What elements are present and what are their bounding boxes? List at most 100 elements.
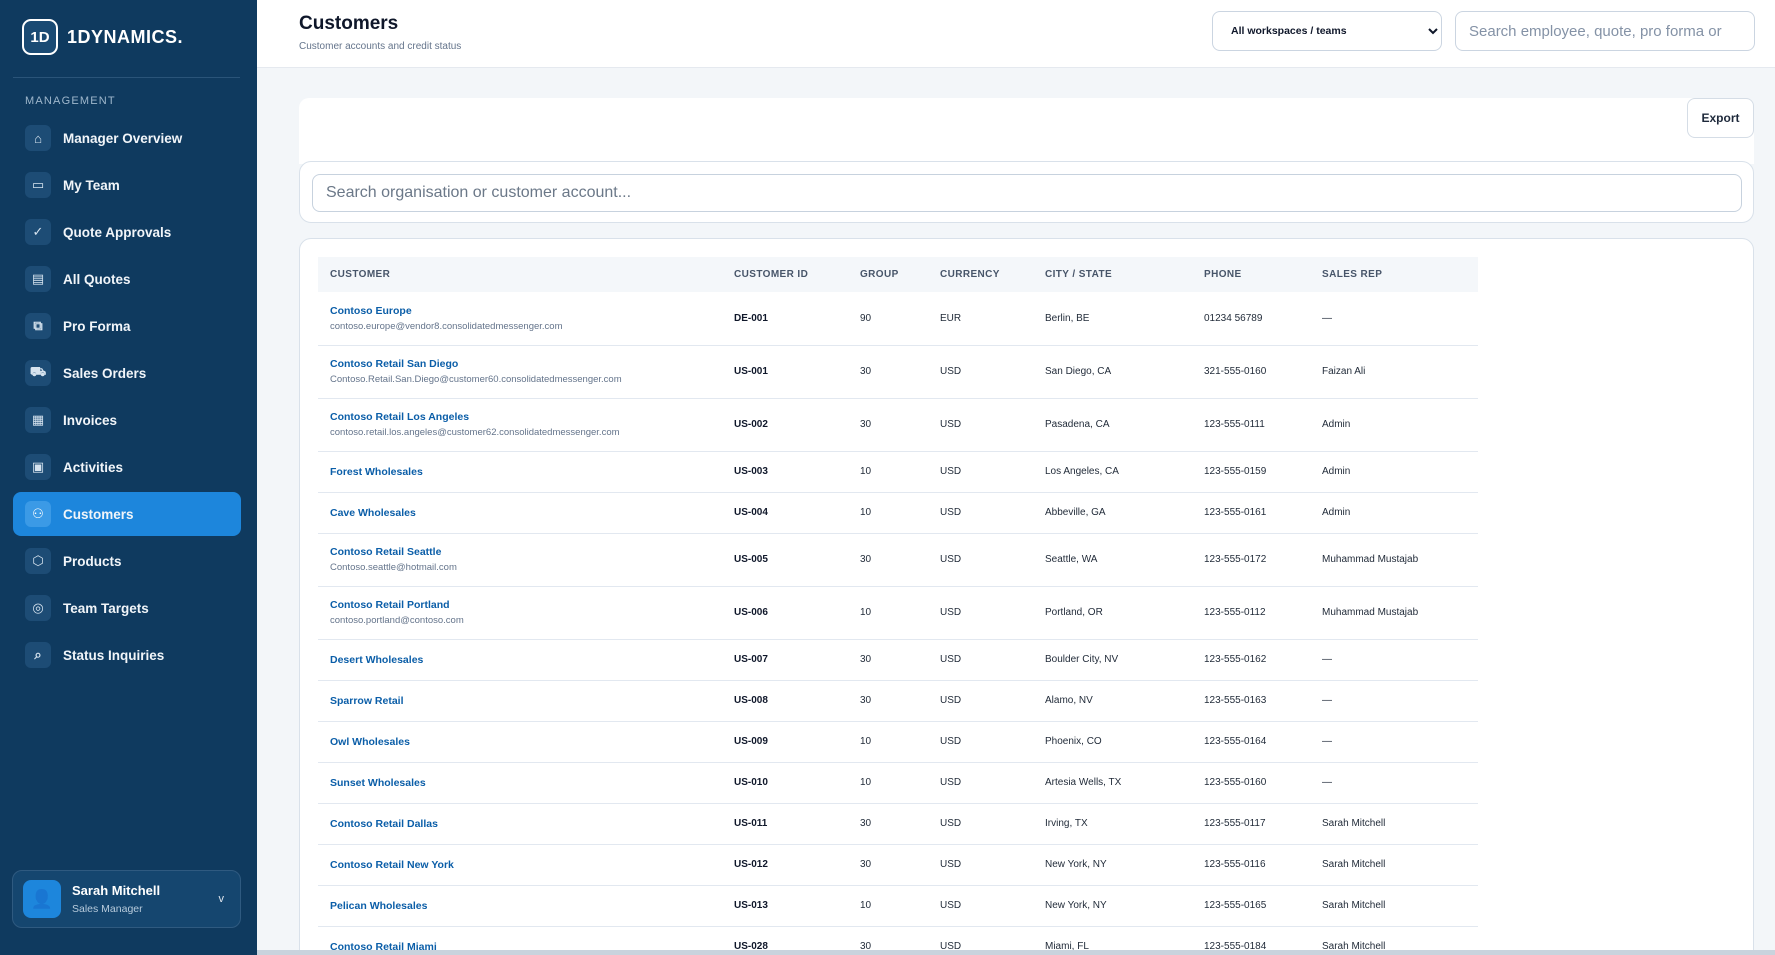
group-cell: 30 [848,533,928,587]
sales-rep-cell: Faizan Ali [1310,345,1478,399]
horizontal-scrollbar[interactable] [257,950,1775,955]
table-row[interactable]: Sunset Wholesales US-010 10 USD Artesia Well… [318,762,1478,804]
sidebar-item-sales-orders[interactable]: ⛟ Sales Orders [13,351,241,395]
city-state-cell: San Diego, CA [1033,345,1192,399]
column-header-phone: PHONE [1204,269,1242,280]
sidebar-item-all-quotes[interactable]: ▤ All Quotes [13,257,241,301]
customer-name-link[interactable]: Contoso Retail Seattle [330,546,722,558]
sidebar-item-quote-approvals[interactable]: ✓ Quote Approvals [13,210,241,254]
currency-cell: USD [928,586,1033,640]
table-row[interactable]: Contoso Retail New York US-012 30 USD New Yo… [318,844,1478,886]
customer-name-link[interactable]: Contoso Retail San Diego [330,358,722,370]
sales-rep-cell: Muhammad Mustajab [1310,533,1478,587]
customer-email: contoso.retail.los.angeles@customer62.co… [330,427,620,438]
cart-icon: ⛟ [25,360,51,386]
phone-cell: 123-555-0165 [1192,885,1310,927]
phone-cell: 321-555-0160 [1192,345,1310,399]
currency-cell: USD [928,639,1033,681]
sidebar-item-team-targets[interactable]: ◎ Team Targets [13,586,241,630]
customer-cell: Sunset Wholesales [318,762,722,804]
table-row[interactable]: Contoso Retail Dallas US-011 30 USD Irving, … [318,803,1478,845]
table-row[interactable]: Pelican Wholesales US-013 10 USD New York, N… [318,885,1478,927]
currency-cell: USD [928,680,1033,722]
sidebar-item-status-inquiries[interactable]: ⌕ Status Inquiries [13,633,241,677]
target-icon: ◎ [25,595,51,621]
customer-name-link[interactable]: Owl Wholesales [330,736,722,748]
sidebar-item-customers[interactable]: ⚇ Customers [13,492,241,536]
user-avatar-icon: 👤 [23,880,61,918]
table-row[interactable]: Cave Wholesales US-004 10 USD Abbeville, GA 1… [318,492,1478,534]
customer-cell: Owl Wholesales [318,721,722,763]
sidebar-item-pro-forma[interactable]: ⧉ Pro Forma [13,304,241,348]
customer-search-panel [299,161,1754,223]
sidebar-item-my-team[interactable]: ▭ My Team [13,163,241,207]
search-icon: ⌕ [25,642,51,668]
user-role: Sales Manager [72,903,143,915]
sidebar-item-manager-overview[interactable]: ⌂ Manager Overview [13,116,241,160]
table-row[interactable]: Contoso Retail San Diego Contoso.Retail.S… [318,345,1478,399]
sales-rep-cell: Sarah Mitchell [1310,803,1478,845]
customer-search-input[interactable] [312,174,1742,212]
table-row[interactable]: Desert Wholesales US-007 30 USD Boulder City… [318,639,1478,681]
page-subtitle: Customer accounts and credit status [299,41,462,52]
customer-id-cell: US-007 [722,639,848,681]
customer-id-cell: US-002 [722,398,848,452]
global-search-input[interactable] [1455,11,1755,51]
check-icon: ✓ [25,219,51,245]
column-header-customer-id: CUSTOMER ID [734,269,809,280]
table-row[interactable]: Contoso Retail Portland contoso.portland@… [318,586,1478,640]
sidebar-item-label: Status Inquiries [63,647,165,663]
customer-name-link[interactable]: Pelican Wholesales [330,900,722,912]
customer-id-cell: US-010 [722,762,848,804]
workspace-select[interactable]: All workspaces / teams [1212,11,1442,51]
page-title: Customers [299,13,399,34]
column-header-group: GROUP [860,269,899,280]
customer-id-cell: US-011 [722,803,848,845]
customer-id-cell: US-013 [722,885,848,927]
user-menu[interactable]: 👤 Sarah Mitchell Sales Manager v [12,870,241,928]
export-button[interactable]: Export [1687,98,1754,138]
city-state-cell: Abbeville, GA [1033,492,1192,534]
group-cell: 10 [848,885,928,927]
group-cell: 10 [848,721,928,763]
table-row[interactable]: Forest Wholesales US-003 10 USD Los Angeles,… [318,451,1478,493]
sidebar-item-products[interactable]: ⬡ Products [13,539,241,583]
currency-cell: USD [928,398,1033,452]
table-row[interactable]: Contoso Retail Los Angeles contoso.retail… [318,398,1478,452]
group-cell: 90 [848,292,928,346]
customer-name-link[interactable]: Contoso Retail Los Angeles [330,411,722,423]
currency-cell: USD [928,533,1033,587]
city-state-cell: Los Angeles, CA [1033,451,1192,493]
customers-table: CUSTOMER CUSTOMER ID GROUP CURRENCY CITY / S… [318,257,1478,955]
customer-name-link[interactable]: Contoso Europe [330,305,722,317]
customer-name-link[interactable]: Forest Wholesales [330,466,722,478]
sidebar-item-activities[interactable]: ▣ Activities [13,445,241,489]
customer-name-link[interactable]: Contoso Retail New York [330,859,722,871]
receipt-icon: ▦ [25,407,51,433]
customer-name-link[interactable]: Contoso Retail Portland [330,599,722,611]
table-row[interactable]: Owl Wholesales US-009 10 USD Phoenix, CO 123-… [318,721,1478,763]
group-cell: 10 [848,451,928,493]
table-row[interactable]: Sparrow Retail US-008 30 USD Alamo, NV 123-55… [318,680,1478,722]
customer-name-link[interactable]: Contoso Retail Dallas [330,818,722,830]
city-state-cell: Alamo, NV [1033,680,1192,722]
brand-logo[interactable]: 1D 1DYNAMICS. [22,19,183,55]
city-state-cell: Artesia Wells, TX [1033,762,1192,804]
customer-cell: Sparrow Retail [318,680,722,722]
table-row[interactable]: Contoso Europe contoso.europe@vendor8.con… [318,292,1478,346]
sales-rep-cell: Muhammad Mustajab [1310,586,1478,640]
customer-name-link[interactable]: Sparrow Retail [330,695,722,707]
customer-name-link[interactable]: Sunset Wholesales [330,777,722,789]
sidebar-item-invoices[interactable]: ▦ Invoices [13,398,241,442]
group-cell: 30 [848,844,928,886]
city-state-cell: Pasadena, CA [1033,398,1192,452]
customer-name-link[interactable]: Cave Wholesales [330,507,722,519]
customer-name-link[interactable]: Desert Wholesales [330,654,722,666]
group-cell: 30 [848,680,928,722]
phone-cell: 123-555-0160 [1192,762,1310,804]
customer-cell: Contoso Retail Portland contoso.portland@… [318,586,722,640]
table-row[interactable]: Contoso Retail Seattle Contoso.seattle@ho… [318,533,1478,587]
chevron-down-icon[interactable]: v [219,893,225,905]
sidebar-item-label: All Quotes [63,271,131,287]
phone-cell: 123-555-0117 [1192,803,1310,845]
